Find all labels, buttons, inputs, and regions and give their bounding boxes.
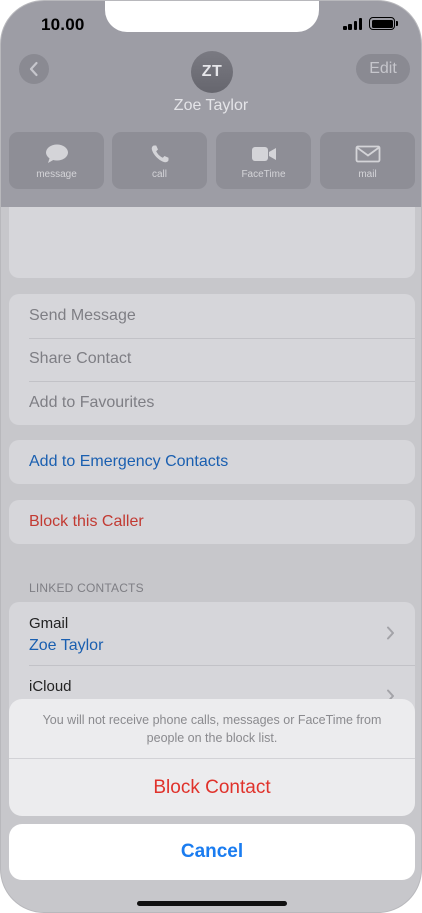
- mail-action-label: mail: [358, 169, 377, 180]
- status-bar: 10.00: [1, 1, 421, 45]
- avatar: ZT: [191, 51, 233, 93]
- back-button[interactable]: [19, 54, 49, 84]
- linked-contact-service: iCloud: [29, 678, 72, 695]
- contact-options: Send Message Share Contact Add to Favour…: [9, 294, 415, 425]
- chevron-left-icon: [29, 61, 38, 77]
- facetime-action-button[interactable]: FaceTime: [216, 132, 311, 189]
- quick-actions: message call FaceTime mail: [9, 132, 415, 189]
- video-camera-icon: [251, 147, 276, 161]
- contact-name: Zoe Taylor: [173, 97, 249, 114]
- envelope-icon: [355, 145, 380, 163]
- share-contact-option[interactable]: Share Contact: [9, 337, 415, 382]
- add-to-favourites-option[interactable]: Add to Favourites: [9, 381, 415, 425]
- contact-info-card: [9, 207, 415, 278]
- message-action-button[interactable]: message: [9, 132, 104, 189]
- status-time: 10.00: [41, 15, 85, 34]
- add-to-emergency-contacts-option[interactable]: Add to Emergency Contacts: [9, 440, 415, 484]
- battery-icon: [369, 17, 398, 30]
- block-contact-button[interactable]: Block Contact: [9, 759, 415, 816]
- linked-contact-service: Gmail: [29, 615, 69, 632]
- action-sheet-message: You will not receive phone calls, messag…: [9, 699, 415, 759]
- chevron-right-icon: [387, 626, 394, 640]
- phone-screen: ZT Edit Zoe Taylor message call FaceTime…: [0, 0, 422, 913]
- emergency-group: Add to Emergency Contacts: [9, 440, 415, 484]
- linked-contacts-header: LINKED CONTACTS: [29, 581, 144, 595]
- send-message-option[interactable]: Send Message: [9, 294, 415, 338]
- linked-contact-name: Zoe Taylor: [29, 637, 104, 654]
- call-action-button[interactable]: call: [112, 132, 207, 189]
- mail-action-button[interactable]: mail: [320, 132, 415, 189]
- cancel-button[interactable]: Cancel: [9, 824, 415, 880]
- phone-icon: [151, 145, 168, 163]
- edit-button[interactable]: Edit: [356, 54, 410, 84]
- message-action-label: message: [36, 169, 77, 180]
- block-group: Block this Caller: [9, 500, 415, 544]
- signal-icon: [343, 18, 363, 30]
- home-indicator[interactable]: [137, 901, 287, 906]
- block-this-caller-option[interactable]: Block this Caller: [9, 500, 415, 544]
- facetime-action-label: FaceTime: [241, 169, 286, 180]
- message-bubble-icon: [45, 144, 68, 163]
- call-action-label: call: [151, 169, 167, 180]
- linked-contact-gmail[interactable]: Gmail Zoe Taylor: [9, 602, 415, 665]
- notch: [105, 1, 319, 32]
- block-action-sheet: You will not receive phone calls, messag…: [9, 699, 415, 816]
